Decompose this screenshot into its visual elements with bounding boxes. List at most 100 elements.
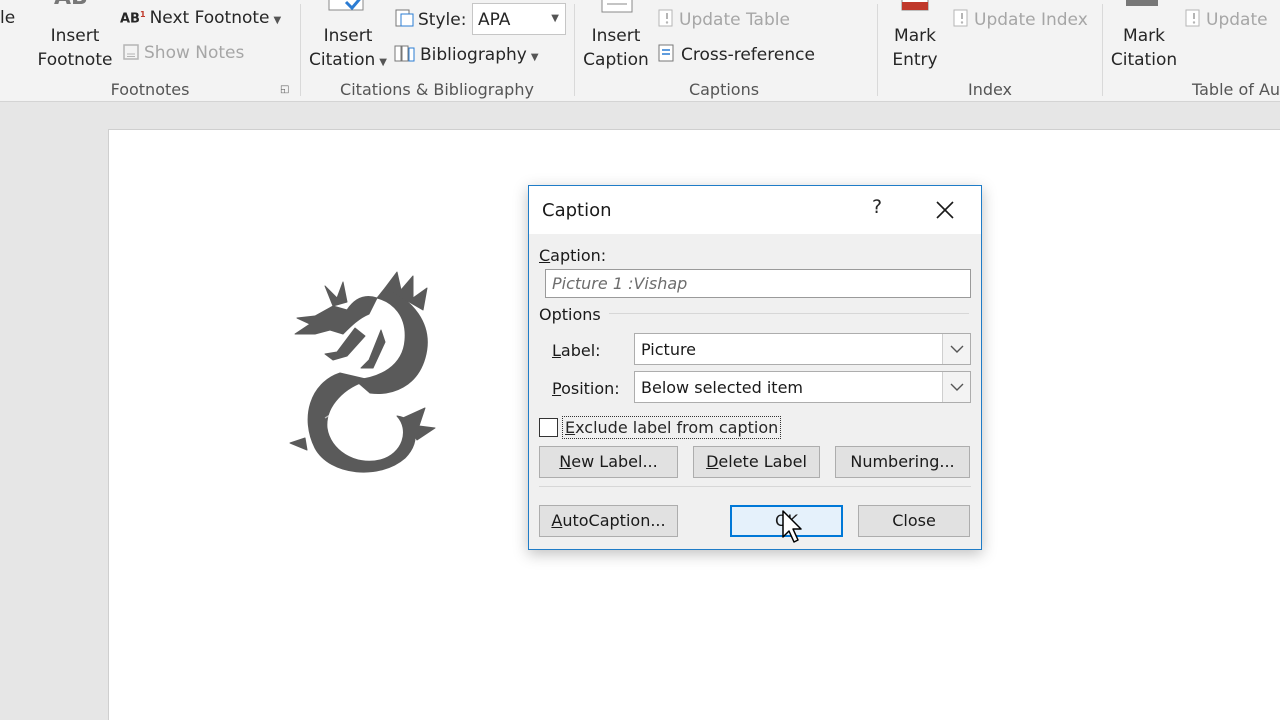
- mark-entry-icon: [900, 0, 930, 19]
- position-select-value: Below selected item: [641, 378, 803, 397]
- caption-label-text: aption:: [550, 246, 607, 265]
- chevron-down-icon: ▼: [379, 57, 387, 68]
- style-label-text: Style:: [418, 10, 467, 30]
- close-dialog-button[interactable]: Close: [858, 505, 970, 537]
- insert-caption-line1: Insert: [591, 26, 641, 46]
- insert-caption-button[interactable]: Insert Caption: [578, 24, 654, 72]
- chevron-down-icon: ▼: [551, 13, 559, 24]
- position-label-text: osition:: [561, 379, 620, 398]
- help-button[interactable]: ?: [866, 196, 888, 222]
- new-label-button[interactable]: New Label...: [539, 446, 678, 478]
- book-icon: [394, 43, 416, 68]
- options-heading: Options: [539, 305, 601, 324]
- dragon-image[interactable]: [285, 268, 445, 483]
- chevron-down-icon: [950, 345, 964, 353]
- insert-footnote-button[interactable]: Insert Footnote: [36, 24, 114, 72]
- access-key: N: [559, 452, 572, 471]
- captions-group-label: Captions: [688, 80, 760, 99]
- mark-citation-line2: Citation: [1110, 50, 1178, 70]
- access-key: C: [539, 246, 551, 265]
- access-key: L: [552, 341, 561, 360]
- update-index-label: Update Index: [974, 10, 1088, 30]
- index-group-label: Index: [967, 80, 1013, 99]
- caption-field-label: Caption:: [539, 246, 606, 265]
- ab-superscript-icon: AB1: [120, 9, 146, 26]
- insert-caption-line2: Caption: [583, 50, 649, 70]
- notes-icon: [122, 43, 140, 66]
- autocaption-text: utoCaption...: [562, 511, 666, 530]
- caption-dialog: Caption ? Caption: Picture 1 :Vishap Opt…: [528, 185, 982, 550]
- label-select[interactable]: Picture: [634, 333, 971, 365]
- update-index-button[interactable]: Update Index: [952, 8, 1088, 33]
- footnotes-group-label: Footnotes: [110, 80, 190, 99]
- insert-citation-button[interactable]: Insert Citation ▼: [306, 24, 390, 75]
- ribbon-separator: [877, 4, 878, 96]
- bibliography-button[interactable]: Bibliography ▼: [394, 43, 539, 68]
- chevron-down-icon: ▼: [530, 52, 539, 63]
- dialog-launcher-icon[interactable]: ◱: [280, 84, 289, 95]
- label-dropdown-button[interactable]: [942, 334, 970, 364]
- autocaption-button[interactable]: AutoCaption...: [539, 505, 678, 537]
- show-notes-button[interactable]: Show Notes: [122, 43, 244, 66]
- ribbon: le AB Insert Footnote AB1Next Footnote▼ …: [0, 0, 1280, 102]
- next-footnote-label: Next Footnote: [149, 8, 270, 28]
- mark-citation-button[interactable]: Mark Citation: [1108, 24, 1180, 72]
- insert-caption-icon: [600, 0, 634, 19]
- position-field-label: Position:: [552, 379, 620, 398]
- delete-label-button[interactable]: Delete Label: [693, 446, 820, 478]
- toa-group-label: Table of Au: [1192, 80, 1280, 99]
- update-toa-button[interactable]: Update: [1184, 8, 1268, 33]
- options-divider: [609, 313, 969, 314]
- show-notes-label: Show Notes: [144, 43, 245, 63]
- style-select[interactable]: APA ▼: [472, 3, 566, 35]
- dialog-title: Caption: [542, 200, 612, 221]
- exclamation-doc-icon: [952, 8, 970, 33]
- exclude-label-text[interactable]: Exclude label from caption: [562, 416, 782, 439]
- style-icon: [394, 8, 414, 33]
- position-dropdown-button[interactable]: [942, 372, 970, 402]
- mark-entry-button[interactable]: Mark Entry: [884, 24, 946, 72]
- bibliography-label: Bibliography: [420, 45, 527, 65]
- label-select-value: Picture: [641, 340, 697, 359]
- exclamation-doc-icon: [657, 8, 675, 33]
- cross-reference-icon: [657, 43, 677, 68]
- update-table-button[interactable]: Update Table: [657, 8, 790, 33]
- mark-citation-icon: [1124, 0, 1160, 19]
- insert-footnote-line1: Insert: [50, 26, 100, 46]
- cross-reference-button[interactable]: Cross-reference: [657, 43, 815, 68]
- insert-citation-line1: Insert: [323, 26, 373, 46]
- citations-group-label: Citations & Bibliography: [340, 80, 534, 99]
- insert-footnote-line2: Footnote: [37, 50, 113, 70]
- exclude-label-checkbox[interactable]: [539, 418, 558, 437]
- insert-citation-text: Citation: [309, 50, 376, 70]
- next-footnote-button[interactable]: AB1 Next Footnote ▼: [120, 8, 281, 28]
- numbering-button[interactable]: Numbering...: [835, 446, 970, 478]
- style-select-value: APA: [478, 10, 511, 30]
- label-label-text: abel:: [560, 341, 601, 360]
- access-key: E: [565, 418, 576, 437]
- update-table-label: Update Table: [679, 10, 790, 30]
- update-toa-label: Update: [1206, 10, 1268, 30]
- chevron-down-icon: [950, 383, 964, 391]
- close-icon: [936, 201, 954, 219]
- access-key: D: [706, 452, 719, 471]
- caption-input[interactable]: Picture 1 :Vishap: [545, 269, 971, 298]
- cross-reference-label: Cross-reference: [681, 45, 815, 65]
- dialog-titlebar[interactable]: Caption ?: [529, 186, 981, 234]
- exclamation-doc-icon: [1184, 8, 1202, 33]
- ribbon-separator: [300, 4, 301, 96]
- ribbon-separator: [574, 4, 575, 96]
- ok-button[interactable]: OK: [730, 505, 843, 537]
- new-label-text: ew Label...: [571, 452, 658, 471]
- style-label: Style:: [394, 8, 466, 33]
- position-select[interactable]: Below selected item: [634, 371, 971, 403]
- label-field-label: Label:: [552, 341, 601, 360]
- chevron-down-icon: ▼: [273, 15, 282, 26]
- ribbon-separator: [1102, 4, 1103, 96]
- exclude-label-rest: xclude label from caption: [575, 418, 779, 437]
- button-row-divider: [539, 486, 971, 487]
- numbering-text: Numbering...: [850, 452, 955, 471]
- partial-ribbon-label: le: [0, 8, 16, 28]
- close-button[interactable]: [931, 196, 959, 224]
- insert-citation-line2: Citation ▼: [306, 48, 390, 75]
